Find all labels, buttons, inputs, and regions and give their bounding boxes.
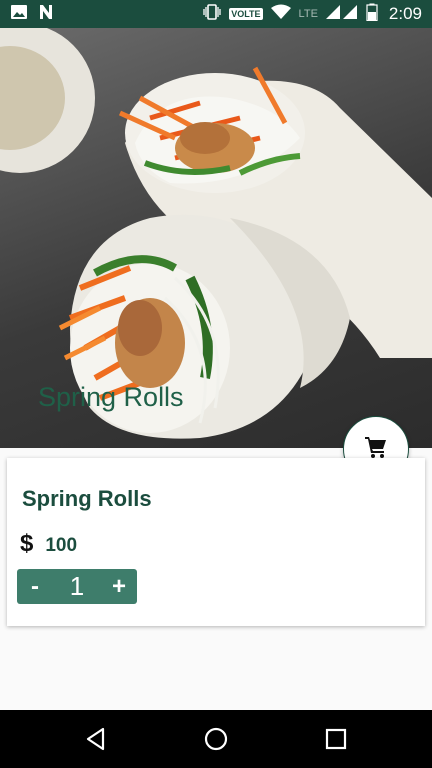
n-app-icon bbox=[38, 4, 54, 24]
decrement-button[interactable]: - bbox=[17, 573, 53, 601]
hero-title: Spring Rolls bbox=[38, 382, 184, 412]
home-icon[interactable] bbox=[203, 726, 229, 752]
battery-icon bbox=[366, 3, 378, 25]
wifi-icon bbox=[270, 4, 292, 24]
recents-icon[interactable] bbox=[323, 726, 349, 752]
vibrate-icon bbox=[202, 4, 222, 24]
price-row: $ 100 bbox=[20, 530, 77, 558]
increment-button[interactable]: + bbox=[101, 573, 137, 601]
currency-symbol: $ bbox=[20, 530, 34, 557]
status-time: 2:09 bbox=[388, 4, 422, 23]
product-price: 100 bbox=[45, 535, 78, 556]
navigation-bar bbox=[0, 710, 432, 768]
hero-image: Spring Rolls bbox=[0, 28, 432, 448]
quantity-stepper: - 1 + bbox=[17, 569, 137, 604]
network-type-label: LTE bbox=[298, 8, 318, 20]
back-icon[interactable] bbox=[83, 726, 109, 752]
product-card: Spring Rolls $ 100 - 1 + bbox=[7, 458, 425, 626]
product-name: Spring Rolls bbox=[22, 486, 152, 511]
signal-icon bbox=[325, 4, 359, 24]
quantity-value: 1 bbox=[69, 571, 85, 601]
status-bar: VOLTE LTE 2:09 bbox=[0, 0, 432, 28]
image-icon bbox=[10, 4, 28, 24]
volte-badge: VOLTE bbox=[229, 8, 263, 20]
